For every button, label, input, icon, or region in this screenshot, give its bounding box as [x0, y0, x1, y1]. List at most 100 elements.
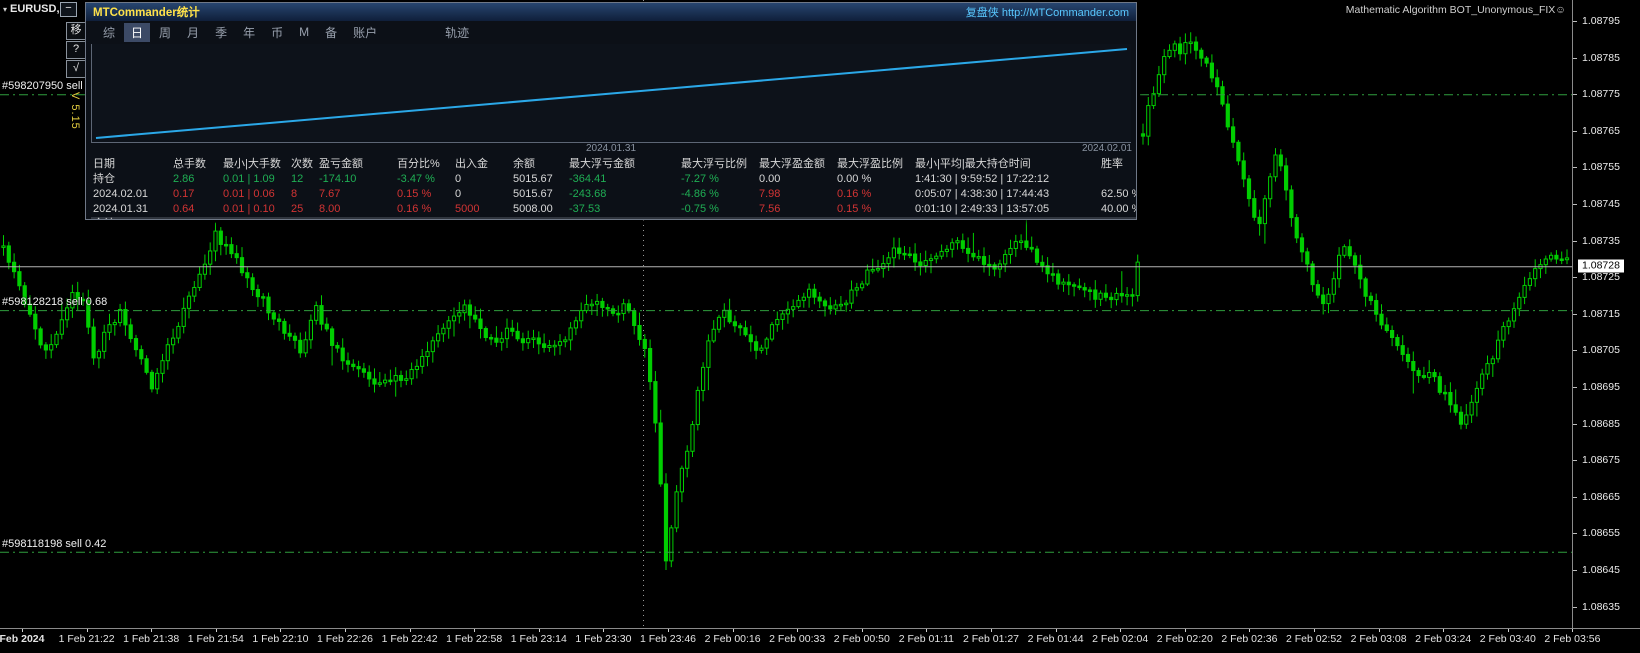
equity-line — [96, 49, 1127, 138]
table-cell: 0.01 | 0.10 — [221, 202, 289, 217]
table-row[interactable]: 持仓2.860.01 | 1.0912-174.10-3.47 %05015.6… — [91, 172, 1137, 187]
price-tick — [1573, 350, 1577, 351]
tab-轨迹[interactable]: 轨迹 — [438, 23, 476, 42]
tab-账户[interactable]: 账户 — [346, 23, 384, 42]
table-cell: 5008.00 — [511, 202, 567, 217]
table-cell: -364.41 — [567, 172, 679, 187]
panel-tab-bar: 综日周月季年币M备账户 轨迹 — [86, 21, 1136, 42]
time-tick — [1508, 629, 1509, 632]
table-cell: -0.75 % — [679, 202, 757, 217]
time-tick — [474, 629, 475, 632]
time-tick — [1572, 629, 1573, 632]
table-cell: -4.86 % — [679, 187, 757, 202]
price-tick — [1573, 460, 1577, 461]
price-label: 1.08785 — [1582, 52, 1620, 64]
panel-title: MTCommander统计 — [93, 4, 200, 20]
table-row[interactable]: 合计3.67-158.43-3.17 %5000-364.41-7.27 %7.… — [91, 217, 1137, 220]
minimize-button[interactable]: − — [60, 2, 77, 17]
table-cell: 12 — [289, 172, 317, 187]
table-cell: 0.01 | 1.09 — [221, 172, 289, 187]
time-label: 1 Feb 21:38 — [123, 633, 179, 645]
time-label: 2 Feb 00:33 — [769, 633, 825, 645]
mtcommander-stats-panel: MTCommander统计 复盘侠 http://MTCommander.com… — [85, 2, 1137, 220]
tab-综[interactable]: 综 — [96, 23, 122, 42]
table-cell: 0.17 — [171, 187, 221, 202]
column-header: 日期 — [91, 157, 171, 172]
tab-月[interactable]: 月 — [180, 23, 206, 42]
price-label: 1.08775 — [1582, 88, 1620, 100]
table-cell: -158.43 — [317, 217, 395, 220]
time-tick — [87, 629, 88, 632]
price-label: 1.08795 — [1582, 15, 1620, 27]
time-tick — [733, 629, 734, 632]
time-label: 1 Feb 22:58 — [446, 633, 502, 645]
table-cell: 7.98 — [757, 187, 835, 202]
time-tick — [1056, 629, 1057, 632]
price-tick — [1573, 387, 1577, 388]
price-label: 1.08745 — [1582, 198, 1620, 210]
tab-年[interactable]: 年 — [236, 23, 262, 42]
price-tick — [1573, 21, 1577, 22]
time-label: 2 Feb 00:50 — [834, 633, 890, 645]
time-tick — [1379, 629, 1380, 632]
price-tick — [1573, 131, 1577, 132]
table-row[interactable]: 2024.01.310.640.01 | 0.10258.000.16 %500… — [91, 202, 1137, 217]
time-tick — [603, 629, 604, 632]
panel-titlebar[interactable]: MTCommander统计 复盘侠 http://MTCommander.com — [86, 3, 1136, 21]
table-cell: -243.68 — [567, 187, 679, 202]
column-header: 最大浮亏比例 — [679, 157, 757, 172]
current-price-badge: 1.08728 — [1578, 260, 1624, 273]
time-label: 1 Feb 22:10 — [252, 633, 308, 645]
time-label: 2 Feb 03:24 — [1415, 633, 1471, 645]
table-row[interactable]: 2024.02.010.170.01 | 0.0687.670.15 %0501… — [91, 187, 1137, 202]
table-cell: 0.00 % — [835, 172, 913, 187]
time-tick — [280, 629, 281, 632]
price-tick — [1573, 533, 1577, 534]
table-cell: 8.00 — [317, 202, 395, 217]
table-cell: -7.27 % — [679, 217, 757, 220]
table-cell: 62.50 % — [1099, 187, 1137, 202]
time-tick — [926, 629, 927, 632]
table-cell: 2024.02.01 — [91, 187, 171, 202]
table-cell: 7.98 — [757, 217, 835, 220]
tab-M[interactable]: M — [292, 24, 316, 40]
table-cell: -7.27 % — [679, 172, 757, 187]
equity-chart — [91, 44, 1131, 143]
tab-周[interactable]: 周 — [152, 23, 178, 42]
table-cell: -3.17 % — [395, 217, 453, 220]
table-cell: 0.15 % — [835, 202, 913, 217]
time-label: 2 Feb 01:27 — [963, 633, 1019, 645]
table-cell: 1:41:30 | 9:59:52 | 17:22:12 — [913, 172, 1099, 187]
tab-备[interactable]: 备 — [318, 23, 344, 42]
equity-date-label: 2024.02.01 — [1082, 143, 1132, 154]
chevron-down-icon: ▾ — [3, 5, 7, 14]
tab-币[interactable]: 币 — [264, 23, 290, 42]
equity-chart-dates: 2024.01.31 2024.02.01 — [86, 143, 1136, 156]
help-button[interactable]: ? — [66, 41, 86, 59]
time-tick — [991, 629, 992, 632]
table-cell — [221, 217, 289, 220]
price-tick — [1573, 497, 1577, 498]
table-header-row: 日期总手数最小|大手数次数盈亏金额百分比%出入金余额最大浮亏金额最大浮亏比例最大… — [91, 157, 1137, 172]
tab-日[interactable]: 日 — [124, 23, 150, 42]
confirm-button[interactable]: √ — [66, 60, 86, 78]
price-axis[interactable]: 1.087951.087851.087751.087651.087551.087… — [1572, 0, 1640, 628]
price-tick — [1573, 58, 1577, 59]
price-label: 1.08715 — [1582, 308, 1620, 320]
order-label: #598128218 sell 0.68 — [2, 296, 107, 308]
time-label: 2 Feb 03:56 — [1544, 633, 1600, 645]
time-tick — [1249, 629, 1250, 632]
time-label: 2 Feb 02:52 — [1286, 633, 1342, 645]
table-cell: 5000 — [453, 202, 511, 217]
price-tick — [1573, 277, 1577, 278]
move-button[interactable]: 移 — [66, 22, 86, 40]
price-tick — [1573, 607, 1577, 608]
table-cell: 5000 — [453, 217, 511, 220]
time-tick — [22, 629, 23, 632]
mt4-chart-window: { "window": { "symbol_label": "EURUSD,M1… — [0, 0, 1640, 652]
tab-季[interactable]: 季 — [208, 23, 234, 42]
price-label: 1.08705 — [1582, 344, 1620, 356]
panel-link[interactable]: 复盘侠 http://MTCommander.com — [966, 4, 1129, 20]
time-axis[interactable]: Feb 20241 Feb 21:221 Feb 21:381 Feb 21:5… — [0, 628, 1640, 653]
column-header: 次数 — [289, 157, 317, 172]
